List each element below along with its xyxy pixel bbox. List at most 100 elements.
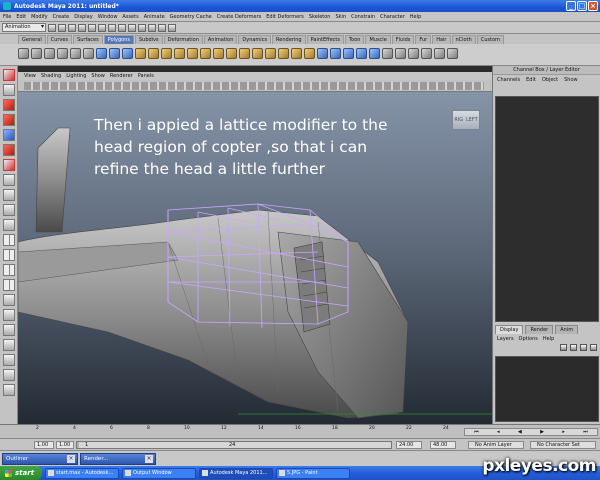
outliner-layout-icon[interactable] [2,294,15,306]
tab-polygons[interactable]: Polygons [103,35,134,44]
uv-planar-icon[interactable] [317,48,328,59]
tab-deformation[interactable]: Deformation [163,35,203,44]
tab-toon[interactable]: Toon [344,35,365,44]
snap-grid-icon[interactable] [108,23,116,32]
menu-window[interactable]: Window [98,14,118,20]
panel-toolbar-icons[interactable] [24,82,484,90]
menu-geometry-cache[interactable]: Geometry Cache [170,14,212,20]
layout-extra-icon[interactable] [2,354,15,366]
soft-modification-icon[interactable] [2,174,15,186]
layout-extra-2-icon[interactable] [2,369,15,381]
select-hierarchy-icon[interactable] [78,23,86,32]
tab-anim[interactable]: Anim [555,325,579,334]
task-3dsmax[interactable]: start.max - Autodesk... [45,467,120,479]
minimize-icon[interactable]: _ [566,1,576,11]
tab-ncloth[interactable]: nCloth [451,35,476,44]
menu-assets[interactable]: Assets [122,14,138,20]
step-forward-icon[interactable]: ▸ [562,429,565,435]
tab-fluids[interactable]: Fluids [391,35,415,44]
view-cube[interactable]: RIG LEFT [452,110,480,130]
poly-smooth-icon[interactable] [174,48,185,59]
layout-option-icon[interactable] [2,339,15,351]
playback-end-field[interactable]: 24.00 [396,441,422,449]
select-component-icon[interactable] [98,23,106,32]
range-bar[interactable]: 1 24 [76,441,392,449]
rotate-tool-icon[interactable] [2,129,15,141]
channel-menu-show[interactable]: Show [564,77,578,83]
uv-cylindrical-icon[interactable] [330,48,341,59]
poly-fill-hole-icon[interactable] [291,48,302,59]
menu-file[interactable]: File [3,14,11,20]
channel-menu-channels[interactable]: Channels [497,77,520,83]
snap-point-icon[interactable] [128,23,136,32]
tab-render[interactable]: Render [525,325,554,334]
tab-subdivs[interactable]: Subdivs [135,35,163,44]
tab-curves[interactable]: Curves [46,35,73,44]
uv-spherical-icon[interactable] [343,48,354,59]
panel-menu-view[interactable]: View [24,73,36,79]
scale-tool-icon[interactable] [2,144,15,156]
graph-editor-layout-icon[interactable] [2,309,15,321]
menu-create-deformers[interactable]: Create Deformers [217,14,262,20]
start-time-field[interactable]: 1.00 [34,441,54,449]
move-tool-icon[interactable] [2,114,15,126]
range-thumb[interactable]: 1 24 [79,442,391,448]
end-time-field[interactable]: 48.00 [430,441,456,449]
viewcube-face-left[interactable]: RIG [454,117,463,123]
tab-hair[interactable]: Hair [432,35,451,44]
channel-menu-edit[interactable]: Edit [526,77,536,83]
anim-layer-dropdown[interactable]: No Anim Layer [468,441,524,449]
perspective-viewport[interactable]: Then i appied a lattice modifier to the … [18,92,492,424]
tab-general[interactable]: General [18,35,46,44]
layer-menu-help[interactable]: Help [543,336,554,342]
poly-extrude-icon[interactable] [200,48,211,59]
go-to-end-icon[interactable]: ⏭ [583,429,588,435]
panel-menu-renderer[interactable]: Renderer [110,73,133,79]
menu-edit-deformers[interactable]: Edit Deformers [266,14,304,20]
poly-torus-icon[interactable] [83,48,94,59]
move-layer-down-icon[interactable] [590,344,597,351]
poly-sphere-icon[interactable] [18,48,29,59]
hypershade-layout-icon[interactable] [2,279,15,291]
tab-custom[interactable]: Custom [476,35,504,44]
uv-automatic-icon[interactable] [356,48,367,59]
poly-bridge-icon[interactable] [213,48,224,59]
poly-helix-icon[interactable] [135,48,146,59]
outliner-window[interactable]: Outliner × [2,453,78,465]
ipr-render-icon[interactable] [158,23,166,32]
poly-prism-icon[interactable] [96,48,107,59]
menu-help[interactable]: Help [410,14,421,20]
paint-select-tool-icon[interactable] [2,99,15,111]
triangulate-icon[interactable] [434,48,445,59]
tab-dynamics[interactable]: Dynamics [238,35,272,44]
poly-append-icon[interactable] [226,48,237,59]
layer-menu-layers[interactable]: Layers [497,336,514,342]
panel-menu-lighting[interactable]: Lighting [66,73,86,79]
snap-curve-icon[interactable] [118,23,126,32]
panel-menu-shading[interactable]: Shading [41,73,61,79]
checker-icon[interactable] [382,48,393,59]
persp-graph-layout-icon[interactable] [2,264,15,276]
new-layer-selected-icon[interactable] [570,344,577,351]
menu-modify[interactable]: Modify [31,14,48,20]
menu-create[interactable]: Create [53,14,70,20]
last-tool-icon[interactable] [2,204,15,216]
poly-cone-icon[interactable] [57,48,68,59]
poly-cube-icon[interactable] [31,48,42,59]
poly-reduce-icon[interactable] [304,48,315,59]
render-frame-icon[interactable] [148,23,156,32]
channel-box-area[interactable] [495,96,599,322]
save-scene-icon[interactable] [68,23,76,32]
poly-bevel-icon[interactable] [252,48,263,59]
menu-skeleton[interactable]: Skeleton [309,14,331,20]
show-manipulator-icon[interactable] [2,189,15,201]
character-set-dropdown[interactable]: No Character Set [530,441,596,449]
panel-menu-show[interactable]: Show [91,73,105,79]
select-object-icon[interactable] [88,23,96,32]
construction-history-icon[interactable] [138,23,146,32]
normals-icon[interactable] [421,48,432,59]
menu-display[interactable]: Display [74,14,92,20]
new-layer-icon[interactable] [560,344,567,351]
universal-manipulator-icon[interactable] [2,159,15,171]
playback-start-field[interactable]: 1.00 [56,441,74,449]
